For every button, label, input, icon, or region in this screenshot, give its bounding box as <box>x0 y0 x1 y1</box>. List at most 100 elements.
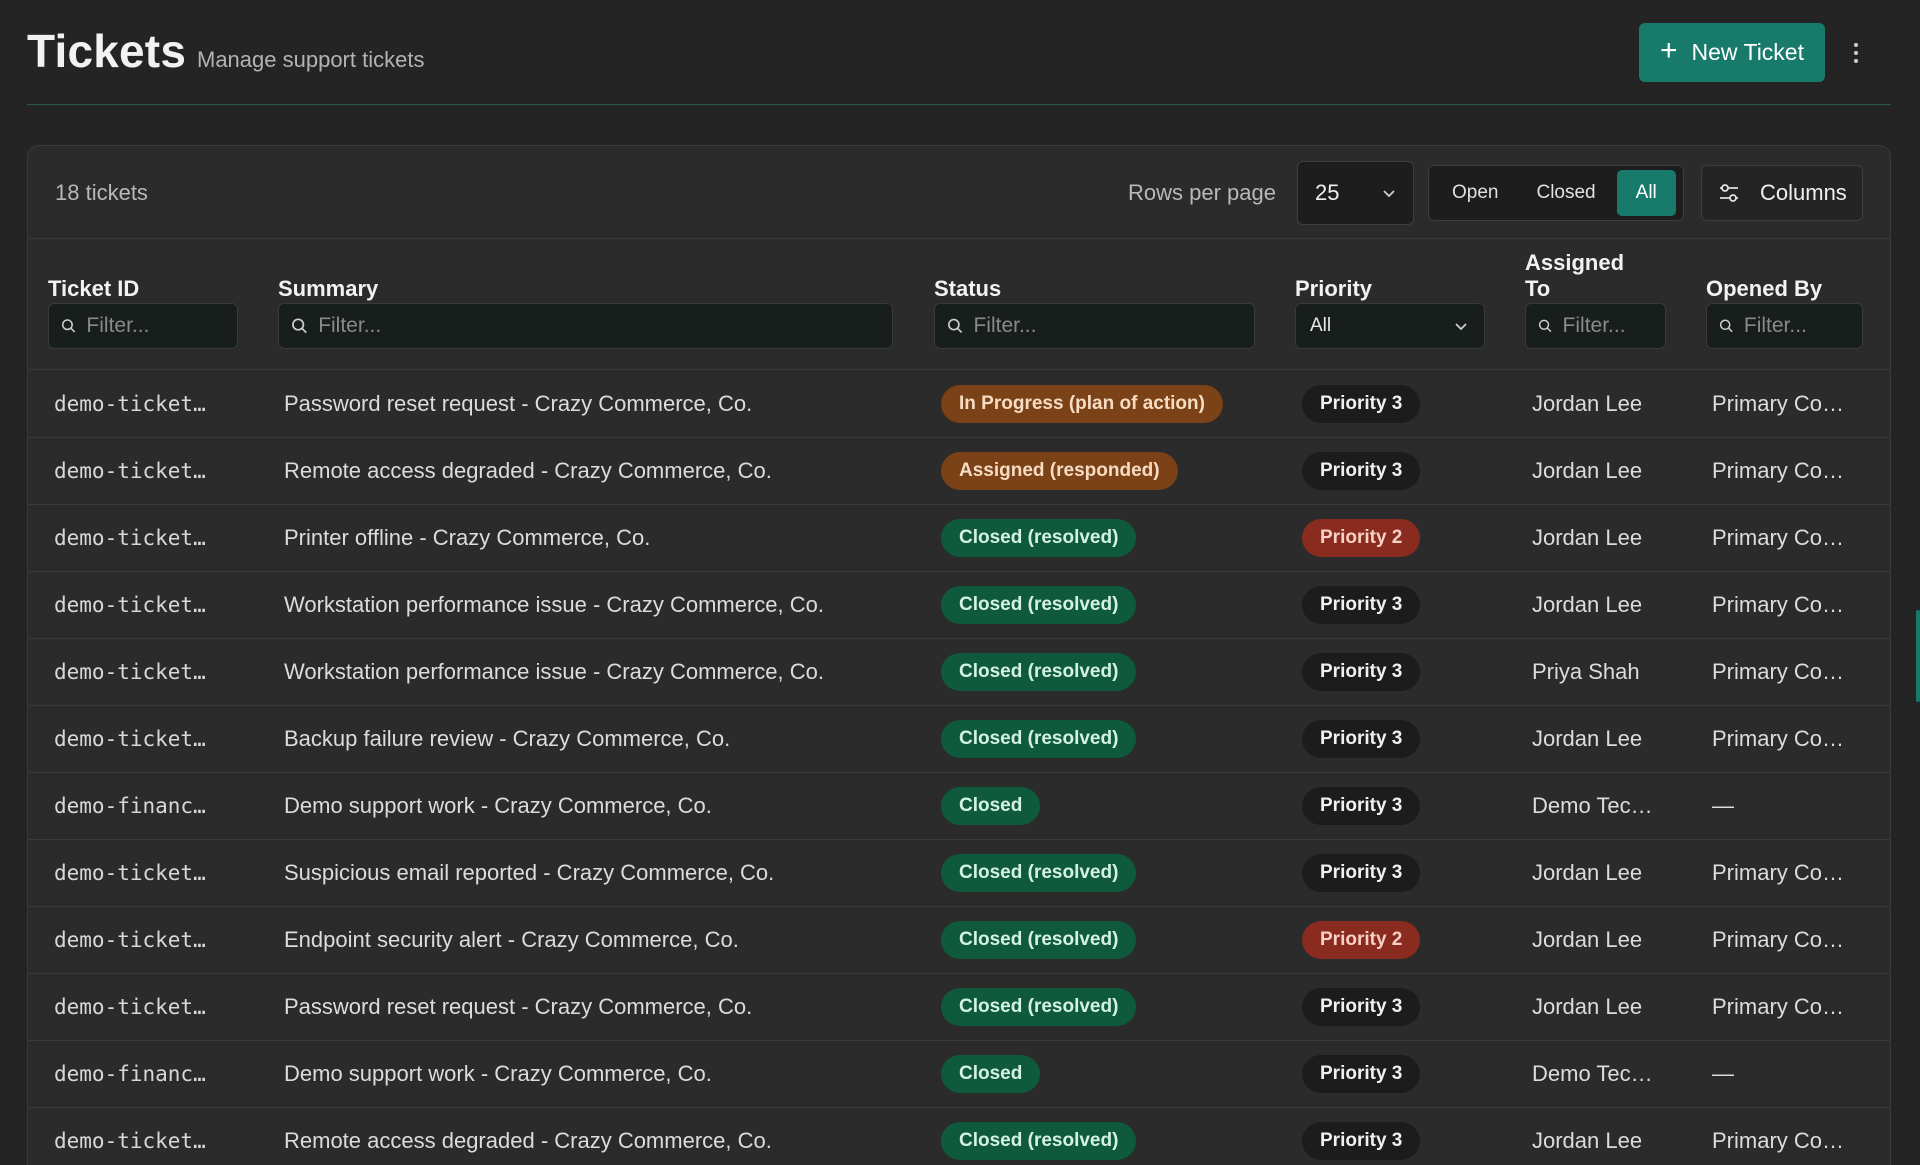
column-header-status[interactable]: Status <box>934 276 1001 302</box>
priority-cell: Priority 3 <box>1302 974 1472 1040</box>
status-filter-closed[interactable]: Closed <box>1517 170 1614 216</box>
summary-cell[interactable]: Suspicious email reported - Crazy Commer… <box>284 840 914 906</box>
priority-badge: Priority 2 <box>1302 921 1421 959</box>
column-header-ticket-id[interactable]: Ticket ID <box>48 276 139 302</box>
more-vertical-icon[interactable] <box>1841 36 1871 70</box>
status-filter-all[interactable]: All <box>1616 170 1676 216</box>
summary-cell[interactable]: Password reset request - Crazy Commerce,… <box>284 974 914 1040</box>
status-badge: Closed (resolved) <box>941 586 1137 624</box>
table-row[interactable]: demo-ticket… Remote access degraded - Cra… <box>28 438 1890 505</box>
status-filter[interactable] <box>934 303 1255 349</box>
ticket-id-cell[interactable]: demo-ticket… <box>54 840 244 906</box>
assigned-to-filter[interactable] <box>1525 303 1666 349</box>
priority-cell: Priority 3 <box>1302 1108 1472 1165</box>
priority-badge: Priority 3 <box>1302 854 1421 892</box>
status-badge: Closed (resolved) <box>941 921 1137 959</box>
ticket-id-cell[interactable]: demo-financ… <box>54 773 244 839</box>
ticket-id-cell[interactable]: demo-ticket… <box>54 572 244 638</box>
priority-filter-select[interactable]: All <box>1295 303 1485 349</box>
assigned-to-cell: Demo Tec… <box>1532 793 1653 818</box>
status-badge: Closed (resolved) <box>941 519 1137 557</box>
ticket-id-cell[interactable]: demo-ticket… <box>54 907 244 973</box>
opened-by-cell: Primary Co… <box>1712 659 1845 684</box>
priority-badge: Priority 2 <box>1302 519 1421 557</box>
search-icon <box>1538 319 1552 333</box>
ticket-id-cell[interactable]: demo-ticket… <box>54 505 244 571</box>
summary-cell[interactable]: Backup failure review - Crazy Commerce, … <box>284 706 914 772</box>
assigned-to-cell: Priya Shah <box>1532 659 1640 684</box>
status-cell: Assigned (responded) <box>941 438 1271 504</box>
table-row[interactable]: demo-ticket… Suspicious email reported - … <box>28 840 1890 907</box>
summary-cell[interactable]: Workstation performance issue - Crazy Co… <box>284 639 914 705</box>
status-badge: Assigned (responded) <box>941 452 1178 490</box>
new-ticket-button[interactable]: + New Ticket <box>1639 23 1825 82</box>
status-cell: Closed (resolved) <box>941 572 1271 638</box>
summary-cell[interactable]: Printer offline - Crazy Commerce, Co. <box>284 505 914 571</box>
summary-cell[interactable]: Endpoint security alert - Crazy Commerce… <box>284 907 914 973</box>
table-row[interactable]: demo-financ… Demo support work - Crazy Co… <box>28 1041 1890 1108</box>
priority-cell: Priority 2 <box>1302 907 1472 973</box>
table-row[interactable]: demo-ticket… Workstation performance issu… <box>28 572 1890 639</box>
summary-cell[interactable]: Password reset request - Crazy Commerce,… <box>284 371 914 437</box>
search-icon <box>1719 319 1733 333</box>
ticket-id-filter[interactable] <box>48 303 238 349</box>
table-row[interactable]: demo-ticket… Password reset request - Cra… <box>28 371 1890 438</box>
summary-cell[interactable]: Remote access degraded - Crazy Commerce,… <box>284 438 914 504</box>
summary-cell[interactable]: Demo support work - Crazy Commerce, Co. <box>284 773 914 839</box>
ticket-id-cell[interactable]: demo-ticket… <box>54 639 244 705</box>
column-header-priority[interactable]: Priority <box>1295 276 1372 302</box>
ticket-id-cell[interactable]: demo-financ… <box>54 1041 244 1107</box>
opened-by-cell: — <box>1712 793 1734 818</box>
opened-by-cell: Primary Co… <box>1712 726 1845 751</box>
sliders-icon <box>1720 184 1738 202</box>
page-title: Tickets <box>27 25 187 77</box>
column-header-summary[interactable]: Summary <box>278 276 378 302</box>
summary-cell[interactable]: Remote access degraded - Crazy Commerce,… <box>284 1108 914 1165</box>
priority-cell: Priority 3 <box>1302 706 1472 772</box>
ticket-id-cell[interactable]: demo-ticket… <box>54 974 244 1040</box>
ticket-count: 18 tickets <box>55 180 148 205</box>
table-row[interactable]: demo-ticket… Printer offline - Crazy Comm… <box>28 505 1890 572</box>
table-row[interactable]: demo-ticket… Workstation performance issu… <box>28 639 1890 706</box>
summary-filter[interactable] <box>278 303 893 349</box>
opened-by-filter[interactable] <box>1706 303 1863 349</box>
opened-by-cell: Primary Co… <box>1712 1128 1845 1153</box>
status-cell: Closed (resolved) <box>941 907 1271 973</box>
rows-per-page-select[interactable]: 25 <box>1297 161 1414 225</box>
ticket-id-cell[interactable]: demo-ticket… <box>54 438 244 504</box>
status-cell: Closed <box>941 773 1271 839</box>
assigned-to-cell: Jordan Lee <box>1532 458 1643 483</box>
priority-cell: Priority 3 <box>1302 639 1472 705</box>
summary-cell[interactable]: Workstation performance issue - Crazy Co… <box>284 572 914 638</box>
priority-badge: Priority 3 <box>1302 385 1421 423</box>
ticket-id-cell[interactable]: demo-ticket… <box>54 706 244 772</box>
opened-by-filter-input[interactable] <box>1743 314 1862 338</box>
chevron-down-icon <box>1383 190 1395 198</box>
tickets-page: Tickets Manage support tickets + New Tic… <box>0 0 1920 1165</box>
status-cell: Closed (resolved) <box>941 974 1271 1040</box>
scrollbar-thumb[interactable] <box>1916 610 1920 702</box>
assigned-to-filter-input[interactable] <box>1562 314 1665 338</box>
table-row[interactable]: demo-ticket… Password reset request - Cra… <box>28 974 1890 1041</box>
status-filter-open[interactable]: Open <box>1433 170 1517 216</box>
column-header-opened-by[interactable]: Opened By <box>1706 276 1822 302</box>
table-toolbar: 18 tickets Rows per page 25 Open Closed … <box>28 146 1890 239</box>
table-row[interactable]: demo-ticket… Backup failure review - Craz… <box>28 706 1890 773</box>
rows-per-page-label: Rows per page <box>1128 180 1276 205</box>
table-row[interactable]: demo-financ… Demo support work - Crazy Co… <box>28 773 1890 840</box>
table-row[interactable]: demo-ticket… Remote access degraded - Cra… <box>28 1108 1890 1165</box>
table-row[interactable]: demo-ticket… Endpoint security alert - Cr… <box>28 907 1890 974</box>
ticket-id-cell[interactable]: demo-ticket… <box>54 371 244 437</box>
columns-button[interactable]: Columns <box>1701 165 1863 221</box>
search-icon <box>292 318 307 334</box>
status-filter-input[interactable] <box>973 314 1254 338</box>
summary-cell[interactable]: Demo support work - Crazy Commerce, Co. <box>284 1041 914 1107</box>
ticket-id-filter-input[interactable] <box>86 314 237 338</box>
status-cell: Closed (resolved) <box>941 1108 1271 1165</box>
summary-filter-input[interactable] <box>318 314 892 338</box>
ticket-id-cell[interactable]: demo-ticket… <box>54 1108 244 1165</box>
column-header-assigned-to[interactable]: Assigned To <box>1525 250 1624 302</box>
assigned-to-cell: Jordan Lee <box>1532 525 1643 550</box>
plus-icon: + <box>1659 34 1678 67</box>
table-body: demo-ticket… Password reset request - Cra… <box>28 371 1890 1165</box>
